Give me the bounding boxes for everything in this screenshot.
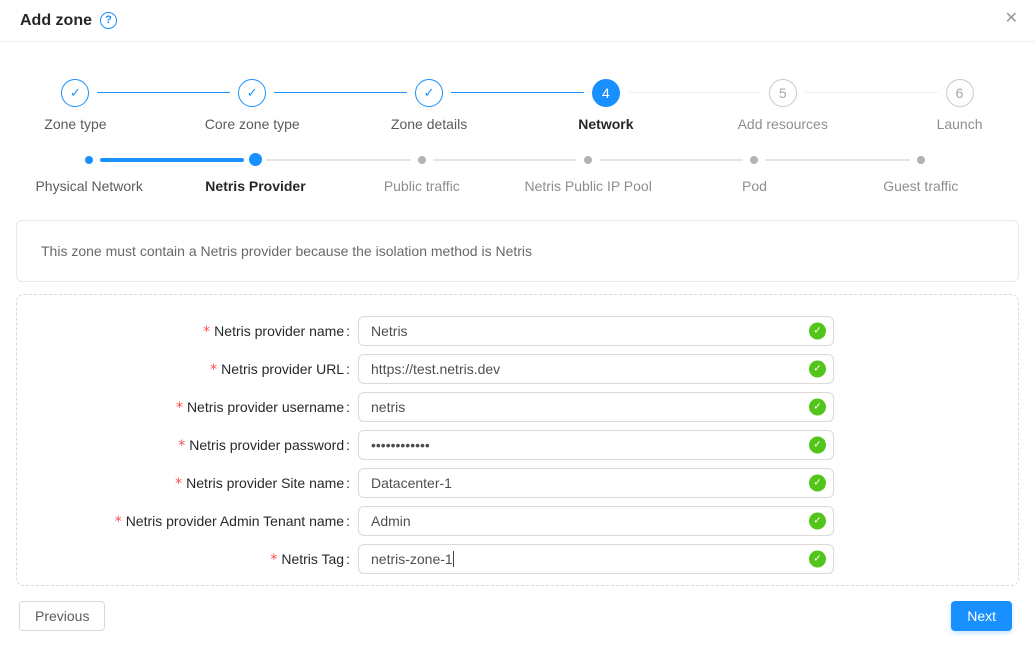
- substep-dot-icon: [917, 156, 925, 164]
- step-check-icon: ✓: [238, 79, 266, 107]
- netris-provider-site-name-input[interactable]: [358, 468, 834, 498]
- substep-label: Physical Network: [35, 178, 142, 194]
- form-row: *Netris provider name: ✓: [17, 316, 1018, 346]
- valid-check-icon: ✓: [809, 437, 826, 454]
- required-asterisk: *: [178, 438, 185, 454]
- wizard-step-zone-type: ✓ Zone type: [0, 79, 164, 132]
- netris-provider-username-input[interactable]: [358, 392, 834, 422]
- valid-check-icon: ✓: [809, 399, 826, 416]
- form-row: *Netris provider username: ✓: [17, 392, 1018, 422]
- field-label: *Netris provider URL:: [17, 361, 350, 378]
- netris-provider-name-input[interactable]: [358, 316, 834, 346]
- field-label: *Netris provider Site name:: [17, 475, 350, 492]
- wizard-step-launch: 6 Launch: [871, 79, 1035, 132]
- text-caret: [453, 551, 454, 567]
- valid-check-icon: ✓: [809, 551, 826, 568]
- required-asterisk: *: [175, 476, 182, 492]
- substep-label: Pod: [742, 178, 767, 194]
- step-label: Launch: [937, 116, 983, 132]
- network-substep-pod: Pod: [671, 153, 837, 194]
- step-number-icon: 5: [769, 79, 797, 107]
- valid-check-icon: ✓: [809, 513, 826, 530]
- substep-label: Netris Public IP Pool: [524, 178, 651, 194]
- wizard-footer: Previous Next: [19, 601, 1012, 631]
- field-label-text: Netris provider name: [214, 323, 344, 339]
- substep-dot-icon: [750, 156, 758, 164]
- wizard-step-zone-details: ✓ Zone details: [341, 79, 518, 132]
- network-substep-netris-public-ip-pool: Netris Public IP Pool: [505, 153, 671, 194]
- substep-dot-icon: [85, 156, 93, 164]
- netris-tag-input[interactable]: [358, 544, 834, 574]
- required-asterisk: *: [210, 362, 217, 378]
- wizard-stepper: ✓ Zone type ✓ Core zone type ✓ Zone deta…: [0, 79, 1035, 132]
- netris-provider-form: *Netris provider name: ✓ *Netris provide…: [16, 294, 1019, 586]
- field-label: *Netris provider password:: [17, 437, 350, 454]
- valid-check-icon: ✓: [809, 361, 826, 378]
- substep-dot-icon: [584, 156, 592, 164]
- field-label-text: Netris provider Site name: [186, 475, 344, 491]
- netris-provider-url-input[interactable]: [358, 354, 834, 384]
- network-substepper: Physical Network Netris Provider Public …: [6, 153, 1004, 194]
- step-label: Core zone type: [205, 116, 300, 132]
- network-substep-guest-traffic: Guest traffic: [838, 153, 1004, 194]
- field-label-text: Netris provider Admin Tenant name: [126, 513, 344, 529]
- field-label-text: Netris provider password: [189, 437, 344, 453]
- step-label: Network: [578, 116, 633, 132]
- substep-label: Netris Provider: [205, 178, 305, 194]
- field-label: *Netris provider name:: [17, 323, 350, 340]
- step-number-icon: 6: [946, 79, 974, 107]
- required-asterisk: *: [203, 324, 210, 340]
- page-title: Add zone: [20, 12, 92, 30]
- wizard-step-add-resources: 5 Add resources: [694, 79, 871, 132]
- field-label: *Netris Tag:: [17, 551, 350, 568]
- dialog-header: Add zone ? ✕: [0, 0, 1035, 42]
- substep-dot-icon: [418, 156, 426, 164]
- info-banner-text: This zone must contain a Netris provider…: [41, 243, 532, 259]
- previous-button[interactable]: Previous: [19, 601, 105, 631]
- field-label-text: Netris provider URL: [221, 361, 344, 377]
- step-label: Add resources: [738, 116, 828, 132]
- next-button[interactable]: Next: [951, 601, 1012, 631]
- network-substep-netris-provider: Netris Provider: [172, 153, 338, 194]
- required-asterisk: *: [270, 552, 277, 568]
- substep-dot-icon: [249, 153, 262, 166]
- required-asterisk: *: [176, 400, 183, 416]
- form-row: *Netris provider password: ✓: [17, 430, 1018, 460]
- wizard-step-network: 4 Network: [517, 79, 694, 132]
- valid-check-icon: ✓: [809, 323, 826, 340]
- step-label: Zone details: [391, 116, 467, 132]
- substep-label: Public traffic: [384, 178, 460, 194]
- netris-provider-password-input[interactable]: [358, 430, 834, 460]
- field-label: *Netris provider username:: [17, 399, 350, 416]
- step-check-icon: ✓: [415, 79, 443, 107]
- form-row: *Netris provider URL: ✓: [17, 354, 1018, 384]
- wizard-step-core-zone-type: ✓ Core zone type: [164, 79, 341, 132]
- field-label: *Netris provider Admin Tenant name:: [17, 513, 350, 530]
- form-row: *Netris provider Site name: ✓: [17, 468, 1018, 498]
- field-label-text: Netris Tag: [281, 551, 344, 567]
- form-row: *Netris provider Admin Tenant name: ✓: [17, 506, 1018, 536]
- network-substep-physical-network: Physical Network: [6, 153, 172, 194]
- info-banner: This zone must contain a Netris provider…: [16, 220, 1019, 282]
- form-row: *Netris Tag: ✓: [17, 544, 1018, 574]
- step-label: Zone type: [44, 116, 106, 132]
- substep-label: Guest traffic: [883, 178, 958, 194]
- field-label-text: Netris provider username: [187, 399, 344, 415]
- step-check-icon: ✓: [61, 79, 89, 107]
- network-substep-public-traffic: Public traffic: [339, 153, 505, 194]
- help-icon[interactable]: ?: [100, 12, 117, 29]
- netris-provider-admin-tenant-name-input[interactable]: [358, 506, 834, 536]
- valid-check-icon: ✓: [809, 475, 826, 492]
- required-asterisk: *: [115, 514, 122, 530]
- close-icon[interactable]: ✕: [1005, 11, 1018, 27]
- step-number-icon: 4: [592, 79, 620, 107]
